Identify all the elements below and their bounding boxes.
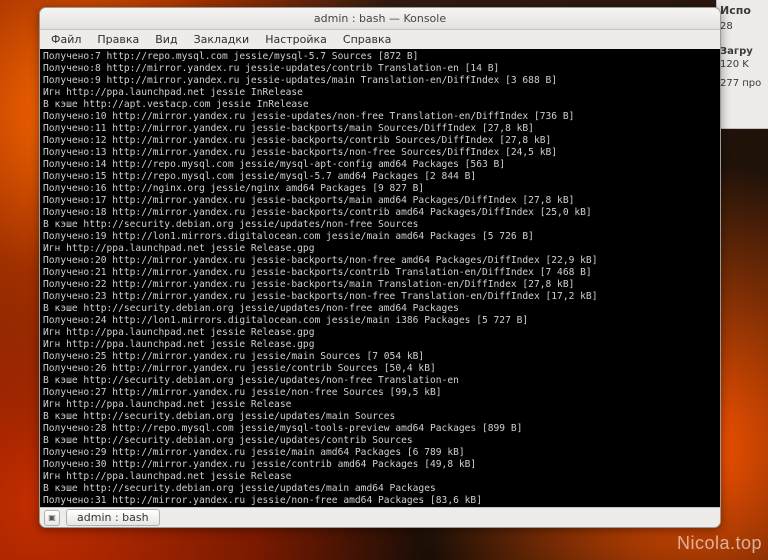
menu-bookmarks[interactable]: Закладки <box>187 31 257 48</box>
terminal-line: Получено:25 http://mirror.yandex.ru jess… <box>43 351 717 363</box>
side-value-1: 28 <box>720 21 765 32</box>
terminal-line: В кэше http://apt.vestacp.com jessie InR… <box>43 99 717 111</box>
terminal-line: Получено:22 http://mirror.yandex.ru jess… <box>43 279 717 291</box>
menu-file[interactable]: Файл <box>44 31 88 48</box>
terminal-line: Игн http://ppa.launchpad.net jessie InRe… <box>43 87 717 99</box>
terminal-line: Получено:26 http://mirror.yandex.ru jess… <box>43 363 717 375</box>
side-header: Испо <box>720 4 765 17</box>
menu-view[interactable]: Вид <box>148 31 184 48</box>
side-value-2: 120 K <box>720 59 765 70</box>
terminal-line: Получено:15 http://repo.mysql.com jessie… <box>43 171 717 183</box>
window-titlebar[interactable]: admin : bash — Konsole <box>40 8 720 30</box>
terminal-line: Получено:19 http://lon1.mirrors.digitalo… <box>43 231 717 243</box>
terminal-line: Игн http://ppa.launchpad.net jessie Rele… <box>43 399 717 411</box>
terminal-line: Получено:14 http://repo.mysql.com jessie… <box>43 159 717 171</box>
terminal-line: В кэше http://security.debian.org jessie… <box>43 435 717 447</box>
terminal-line: Игн http://ppa.launchpad.net jessie Rele… <box>43 471 717 483</box>
side-value-3: 277 про <box>720 78 765 89</box>
terminal-line: Получено:17 http://mirror.yandex.ru jess… <box>43 195 717 207</box>
desktop-background: Испо 28 Загру 120 K 277 про admin : bash… <box>0 0 768 560</box>
terminal-line: Получено:16 http://nginx.org jessie/ngin… <box>43 183 717 195</box>
terminal-line: Получено:10 http://mirror.yandex.ru jess… <box>43 111 717 123</box>
window-title: admin : bash — Konsole <box>314 12 446 25</box>
terminal-line: Получено:29 http://mirror.yandex.ru jess… <box>43 447 717 459</box>
terminal-line: Игн http://ppa.launchpad.net jessie Rele… <box>43 339 717 351</box>
menu-settings[interactable]: Настройка <box>258 31 334 48</box>
terminal-line: Получено:8 http://mirror.yandex.ru jessi… <box>43 63 717 75</box>
system-monitor-panel: Испо 28 Загру 120 K 277 про <box>716 0 768 129</box>
terminal-line: Получено:31 http://mirror.yandex.ru jess… <box>43 495 717 507</box>
terminal-line: Игн http://ppa.launchpad.net jessie Rele… <box>43 243 717 255</box>
terminal-line: Получено:9 http://mirror.yandex.ru jessi… <box>43 75 717 87</box>
terminal-line: В кэше http://security.debian.org jessie… <box>43 411 717 423</box>
terminal-line: Получено:13 http://mirror.yandex.ru jess… <box>43 147 717 159</box>
terminal-line: Получено:21 http://mirror.yandex.ru jess… <box>43 267 717 279</box>
terminal-line: Получено:18 http://mirror.yandex.ru jess… <box>43 207 717 219</box>
new-tab-button[interactable]: ▣ <box>44 510 60 526</box>
terminal-line: Получено:24 http://lon1.mirrors.digitalo… <box>43 315 717 327</box>
watermark-text: Nicola.top <box>677 533 762 554</box>
tab-current[interactable]: admin : bash <box>66 509 160 526</box>
terminal-line: Получено:30 http://mirror.yandex.ru jess… <box>43 459 717 471</box>
terminal-line: В кэше http://security.debian.org jessie… <box>43 483 717 495</box>
terminal-line: Получено:23 http://mirror.yandex.ru jess… <box>43 291 717 303</box>
terminal-output[interactable]: Получено:7 http://repo.mysql.com jessie/… <box>40 49 720 507</box>
terminal-line: В кэше http://security.debian.org jessie… <box>43 219 717 231</box>
terminal-line: В кэше http://security.debian.org jessie… <box>43 303 717 315</box>
status-bar: ▣ admin : bash <box>40 507 720 527</box>
terminal-line: Получено:28 http://repo.mysql.com jessie… <box>43 423 717 435</box>
menu-edit[interactable]: Правка <box>90 31 146 48</box>
new-tab-icon: ▣ <box>48 513 56 522</box>
terminal-line: Получено:20 http://mirror.yandex.ru jess… <box>43 255 717 267</box>
terminal-line: Получено:7 http://repo.mysql.com jessie/… <box>43 51 717 63</box>
side-label-2: Загру <box>720 46 765 57</box>
konsole-window: admin : bash — Konsole Файл Правка Вид З… <box>39 7 721 528</box>
menu-help[interactable]: Справка <box>336 31 398 48</box>
terminal-line: Получено:11 http://mirror.yandex.ru jess… <box>43 123 717 135</box>
terminal-line: Получено:27 http://mirror.yandex.ru jess… <box>43 387 717 399</box>
terminal-line: Получено:12 http://mirror.yandex.ru jess… <box>43 135 717 147</box>
menubar: Файл Правка Вид Закладки Настройка Справ… <box>40 30 720 49</box>
terminal-line: Игн http://ppa.launchpad.net jessie Rele… <box>43 327 717 339</box>
terminal-line: В кэше http://security.debian.org jessie… <box>43 375 717 387</box>
